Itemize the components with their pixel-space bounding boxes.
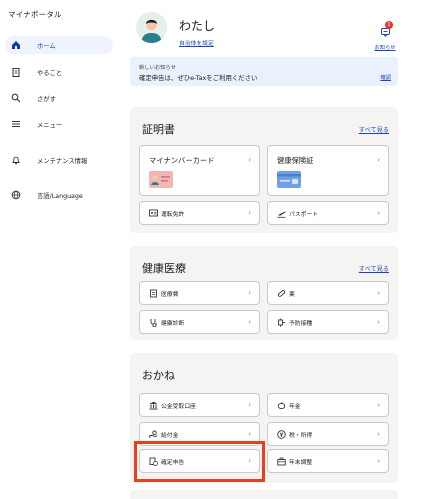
home-icon	[9, 38, 23, 52]
button-label: パスポート	[289, 211, 318, 218]
stethoscope-icon	[148, 317, 158, 327]
chevron-right-icon: ›	[248, 289, 251, 297]
receipt-icon	[148, 288, 158, 298]
profile-header: わたし 自治体を設定 1 お知らせ	[130, 8, 398, 52]
button-label: 薬	[289, 291, 295, 298]
news-confirm-link[interactable]: 確認	[380, 73, 391, 81]
sidebar-item-label: さがす	[37, 95, 56, 103]
medical-expenses-button[interactable]: 医療費 ›	[139, 281, 260, 305]
button-label: 年金	[289, 403, 301, 410]
hand-coin-icon	[148, 429, 158, 439]
bell-icon	[9, 153, 23, 167]
tax-income-button[interactable]: 税・所得 ›	[267, 422, 389, 446]
section-health: 健康医療 すべて見る 医療費 › 薬 › 健康診断 › 予防接種 ›	[130, 246, 398, 340]
piggy-bank-icon	[276, 400, 286, 410]
sidebar-item-label: 言語/Language	[37, 192, 83, 200]
chevron-right-icon: ›	[377, 401, 380, 409]
news-banner: 新しいお知らせ 確定申告は、ぜひe-Taxをご利用ください 確認	[130, 57, 398, 86]
chevron-right-icon: ›	[377, 289, 380, 297]
see-all-link[interactable]: すべて見る	[359, 125, 389, 134]
section-title: 健康医療	[142, 262, 186, 275]
my-number-card-button[interactable]: マイナンバーカード ›	[139, 145, 260, 196]
syringe-icon	[276, 317, 286, 327]
button-label: 健康診断	[161, 320, 185, 327]
id-card-icon	[148, 208, 158, 218]
chevron-right-icon: ›	[248, 457, 251, 465]
set-municipality-link[interactable]: 自治体を設定	[179, 38, 214, 47]
button-label: 公金受取口座	[161, 403, 196, 410]
notifications-button[interactable]: 1 お知らせ	[372, 21, 398, 51]
notification-badge: 1	[385, 21, 393, 29]
button-label: 医療費	[161, 291, 179, 298]
user-name: わたし	[179, 19, 216, 33]
chevron-right-icon: ›	[248, 318, 251, 326]
medicine-button[interactable]: 薬 ›	[267, 281, 389, 305]
section-title: おかね	[142, 369, 175, 382]
drivers-license-button[interactable]: 運転免許 ›	[139, 201, 260, 225]
chevron-right-icon: ›	[248, 430, 251, 438]
my-number-card-icon	[149, 171, 173, 192]
sidebar-item-label: ホーム	[37, 42, 56, 50]
chevron-right-icon: ›	[248, 156, 251, 164]
button-label: 確定申告	[161, 459, 185, 466]
chevron-right-icon: ›	[248, 401, 251, 409]
public-funds-account-button[interactable]: 公金受取口座 ›	[139, 393, 260, 417]
briefcase-icon	[276, 456, 286, 466]
vaccination-button[interactable]: 予防接種 ›	[267, 310, 389, 334]
sidebar-item-label: メニュー	[37, 121, 63, 129]
card-label: 健康保険証	[277, 156, 314, 165]
health-insurance-card-icon	[277, 171, 301, 192]
sidebar-item-menu[interactable]: メニュー	[5, 115, 113, 133]
bank-icon	[148, 400, 158, 410]
sidebar-item-label: メンテナンス情報	[37, 157, 88, 165]
section-certificates: 証明書 すべて見る マイナンバーカード › 健康保険証 › 運転免許 › パスポ…	[130, 107, 398, 233]
benefits-button[interactable]: 給付金 ›	[139, 422, 260, 446]
pension-button[interactable]: 年金 ›	[267, 393, 389, 417]
button-label: 運転免許	[161, 211, 185, 218]
sidebar-item-home[interactable]: ホーム	[5, 36, 113, 54]
chevron-right-icon: ›	[377, 318, 380, 326]
year-end-adjustment-button[interactable]: 年末調整 ›	[267, 449, 389, 473]
chevron-right-icon: ›	[377, 209, 380, 217]
news-heading: 新しいお知らせ	[139, 65, 176, 71]
avatar	[136, 12, 167, 43]
health-insurance-card-button[interactable]: 健康保険証 ›	[267, 145, 389, 196]
document-yen-icon	[148, 456, 158, 466]
card-label: マイナンバーカード	[149, 156, 215, 165]
chevron-right-icon: ›	[377, 457, 380, 465]
chevron-right-icon: ›	[248, 209, 251, 217]
chevron-right-icon: ›	[377, 156, 380, 164]
section-money: おかね 公金受取口座 › 年金 › 給付金 › 税・所得 › 確定申告 › 年末…	[130, 353, 398, 483]
search-icon	[9, 91, 23, 105]
news-body: 確定申告は、ぜひe-Taxをご利用ください	[139, 74, 258, 82]
pill-icon	[276, 288, 286, 298]
sidebar-item-language[interactable]: 言語/Language	[5, 186, 113, 204]
sidebar-item-label: やること	[37, 69, 63, 77]
button-label: 年末調整	[289, 459, 313, 466]
sidebar-item-search[interactable]: さがす	[5, 89, 113, 107]
menu-icon	[9, 117, 23, 131]
next-section-peek	[130, 490, 398, 499]
passport-button[interactable]: パスポート ›	[267, 201, 389, 225]
airplane-icon	[276, 208, 286, 218]
button-label: 給付金	[161, 432, 179, 439]
health-checkup-button[interactable]: 健康診断 ›	[139, 310, 260, 334]
button-label: 税・所得	[289, 432, 313, 439]
sidebar: マイナポータル ホーム やること さがす メニュー メンテナンス情報 言語/La…	[0, 0, 118, 499]
clipboard-icon	[9, 65, 23, 79]
button-label: 予防接種	[289, 320, 313, 327]
app-title: マイナポータル	[8, 10, 62, 19]
see-all-link[interactable]: すべて見る	[359, 264, 389, 273]
yen-coin-icon	[276, 429, 286, 439]
sidebar-item-todo[interactable]: やること	[5, 63, 113, 81]
chevron-right-icon: ›	[377, 430, 380, 438]
globe-icon	[9, 188, 23, 202]
tax-return-button[interactable]: 確定申告 ›	[139, 449, 260, 473]
section-title: 証明書	[142, 123, 175, 136]
notifications-label: お知らせ	[374, 45, 396, 51]
main-content: わたし 自治体を設定 1 お知らせ 新しいお知らせ 確定申告は、ぜひe-Taxを…	[130, 0, 398, 499]
sidebar-item-maintenance[interactable]: メンテナンス情報	[5, 151, 113, 169]
